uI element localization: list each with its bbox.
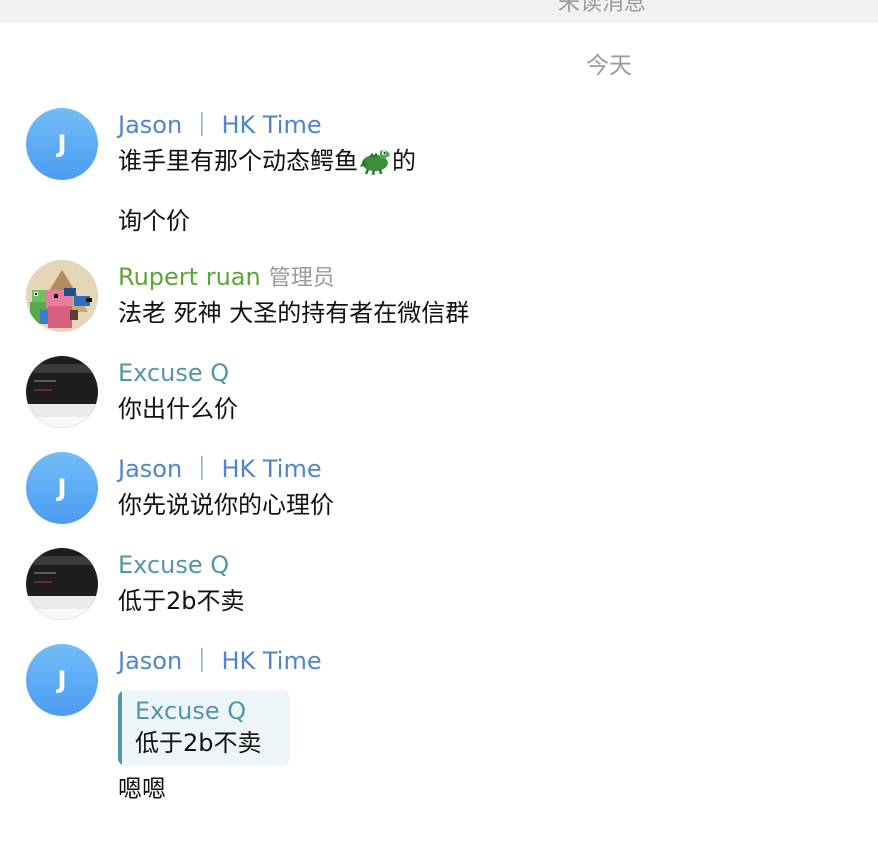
avatar-excuse-q[interactable] [26,356,98,428]
sender-name[interactable]: Rupert ruan 管理员 [118,262,335,294]
sender-name[interactable]: Excuse Q [118,358,229,388]
avatar-jason[interactable]: J [26,644,98,716]
quoted-message-text: 低于2b不卖 [135,729,262,757]
avatar-screenshot-line [34,581,52,583]
message-text: 法老 死神 大圣的持有者在微信群 [118,299,470,327]
quoted-sender-name: Excuse Q [135,697,247,725]
avatar-initial: J [57,474,67,502]
pixel-art-avatar-icon [26,260,98,332]
quote-accent-bar [118,690,122,766]
unread-messages-label: 未读消息 [558,0,647,16]
avatar-screenshot-bar [26,417,98,428]
avatar-rupert[interactable] [26,260,98,332]
avatar-screenshot-line [34,389,52,391]
message-text: 询个价 [118,207,190,235]
avatar-initial: J [57,666,67,694]
admin-role-badge: 管理员 [268,266,335,291]
sender-name[interactable]: Jason ｜ HK Time [118,646,322,676]
unread-messages-banner: 未读消息 [0,0,878,23]
sender-name[interactable]: Jason ｜ HK Time [118,110,322,140]
sender-name[interactable]: Excuse Q [118,550,229,580]
sender-name-text: Rupert ruan [118,263,261,291]
message-text: 嗯嗯 [118,775,166,803]
message-text-part: 谁手里有那个动态鳄鱼 [118,147,358,175]
message-text: 你出什么价 [118,395,238,423]
date-separator: 今天 [586,53,632,79]
avatar-screenshot-line [34,572,56,574]
message-text: 你先说说你的心理价 [118,491,334,519]
avatar-excuse-q[interactable] [26,548,98,620]
avatar-jason[interactable]: J [26,108,98,180]
sender-name[interactable]: Jason ｜ HK Time [118,454,322,484]
message-text: 低于2b不卖 [118,587,245,615]
avatar-screenshot-bar [26,596,98,609]
avatar-jason[interactable]: J [26,452,98,524]
crocodile-emoji-icon [360,150,390,175]
quoted-reply[interactable]: Excuse Q 低于2b不卖 [118,690,290,766]
avatar-screenshot-bar [26,364,98,373]
avatar-screenshot-bar [26,556,98,565]
avatar-screenshot-bar [26,404,98,417]
avatar-initial: J [57,130,67,158]
message-text: 谁手里有那个动态鳄鱼 的 [118,145,416,177]
avatar-screenshot-line [34,380,56,382]
message-text-part: 的 [392,147,416,175]
avatar-screenshot-bar [26,609,98,620]
